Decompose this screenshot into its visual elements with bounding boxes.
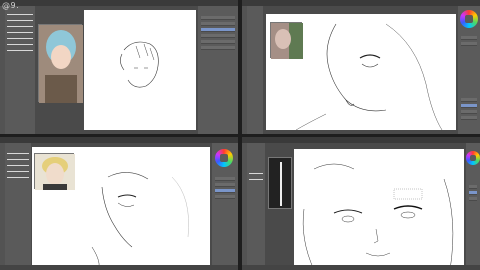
layer-item[interactable] bbox=[201, 46, 235, 50]
layer-item[interactable] bbox=[201, 16, 235, 20]
brush-panel[interactable] bbox=[247, 6, 263, 134]
right-panel[interactable] bbox=[466, 143, 480, 270]
layer-item-selected[interactable] bbox=[469, 191, 477, 195]
reference-image bbox=[34, 153, 75, 190]
brush-panel[interactable] bbox=[5, 6, 35, 134]
sketch-lines bbox=[302, 163, 454, 270]
brush-panel[interactable] bbox=[247, 143, 265, 270]
reference-image bbox=[270, 22, 303, 59]
layer-item[interactable] bbox=[201, 22, 235, 26]
brush-icon[interactable] bbox=[7, 14, 33, 15]
brush-icon[interactable] bbox=[7, 32, 33, 33]
sketch-lines bbox=[120, 41, 159, 88]
color-wheel-icon[interactable] bbox=[215, 149, 233, 167]
brush-icon[interactable] bbox=[7, 165, 29, 166]
layer-item-selected[interactable] bbox=[461, 104, 477, 108]
drawing-canvas[interactable] bbox=[84, 10, 196, 130]
pane-top-right bbox=[242, 0, 480, 134]
reference-image bbox=[38, 24, 83, 103]
brush-icon[interactable] bbox=[7, 159, 29, 160]
titlebar bbox=[242, 137, 480, 143]
layer-item[interactable] bbox=[461, 116, 477, 120]
layer-item[interactable] bbox=[461, 36, 477, 40]
titlebar bbox=[242, 0, 480, 6]
status-bar bbox=[242, 265, 480, 270]
brush-icon[interactable] bbox=[249, 179, 263, 180]
brush-icon[interactable] bbox=[7, 26, 33, 27]
brush-icon[interactable] bbox=[7, 171, 29, 172]
status-bar bbox=[0, 265, 238, 270]
layer-item-selected[interactable] bbox=[215, 189, 235, 193]
layer-item[interactable] bbox=[215, 177, 235, 181]
drawing-canvas[interactable] bbox=[294, 149, 464, 270]
brush-icon[interactable] bbox=[7, 20, 33, 21]
layer-item[interactable] bbox=[201, 40, 235, 44]
color-wheel-icon[interactable] bbox=[466, 151, 480, 165]
layer-item[interactable] bbox=[215, 183, 235, 187]
channel-watermark: @9. bbox=[2, 1, 20, 10]
brush-icon[interactable] bbox=[7, 44, 33, 45]
right-panel[interactable] bbox=[458, 6, 480, 134]
brush-panel[interactable] bbox=[5, 143, 31, 270]
right-panel[interactable] bbox=[198, 6, 238, 134]
reference-strip bbox=[280, 162, 282, 206]
reference-portrait bbox=[35, 154, 75, 190]
titlebar bbox=[0, 137, 238, 143]
brush-icon[interactable] bbox=[7, 177, 29, 178]
video-grid: @9. bbox=[0, 0, 480, 270]
pane-bottom-right bbox=[242, 137, 480, 270]
grid-divider-horizontal bbox=[0, 134, 480, 137]
layer-item[interactable] bbox=[461, 42, 477, 46]
layer-item-selected[interactable] bbox=[201, 28, 235, 32]
pane-bottom-left bbox=[0, 137, 238, 270]
reference-portrait bbox=[39, 25, 83, 103]
brush-icon[interactable] bbox=[7, 153, 29, 154]
pane-top-left bbox=[0, 0, 238, 134]
layer-item[interactable] bbox=[461, 110, 477, 114]
brush-icon[interactable] bbox=[7, 38, 33, 39]
brush-icon[interactable] bbox=[249, 173, 263, 174]
layer-item[interactable] bbox=[461, 98, 477, 102]
reference-image bbox=[268, 157, 292, 209]
layer-item[interactable] bbox=[201, 34, 235, 38]
layer-item[interactable] bbox=[469, 197, 477, 201]
reference-portrait bbox=[271, 23, 303, 59]
layer-item[interactable] bbox=[469, 185, 477, 189]
brush-icon[interactable] bbox=[7, 50, 33, 51]
layer-item[interactable] bbox=[215, 195, 235, 199]
right-panel[interactable] bbox=[212, 143, 238, 270]
color-wheel-icon[interactable] bbox=[460, 10, 478, 28]
